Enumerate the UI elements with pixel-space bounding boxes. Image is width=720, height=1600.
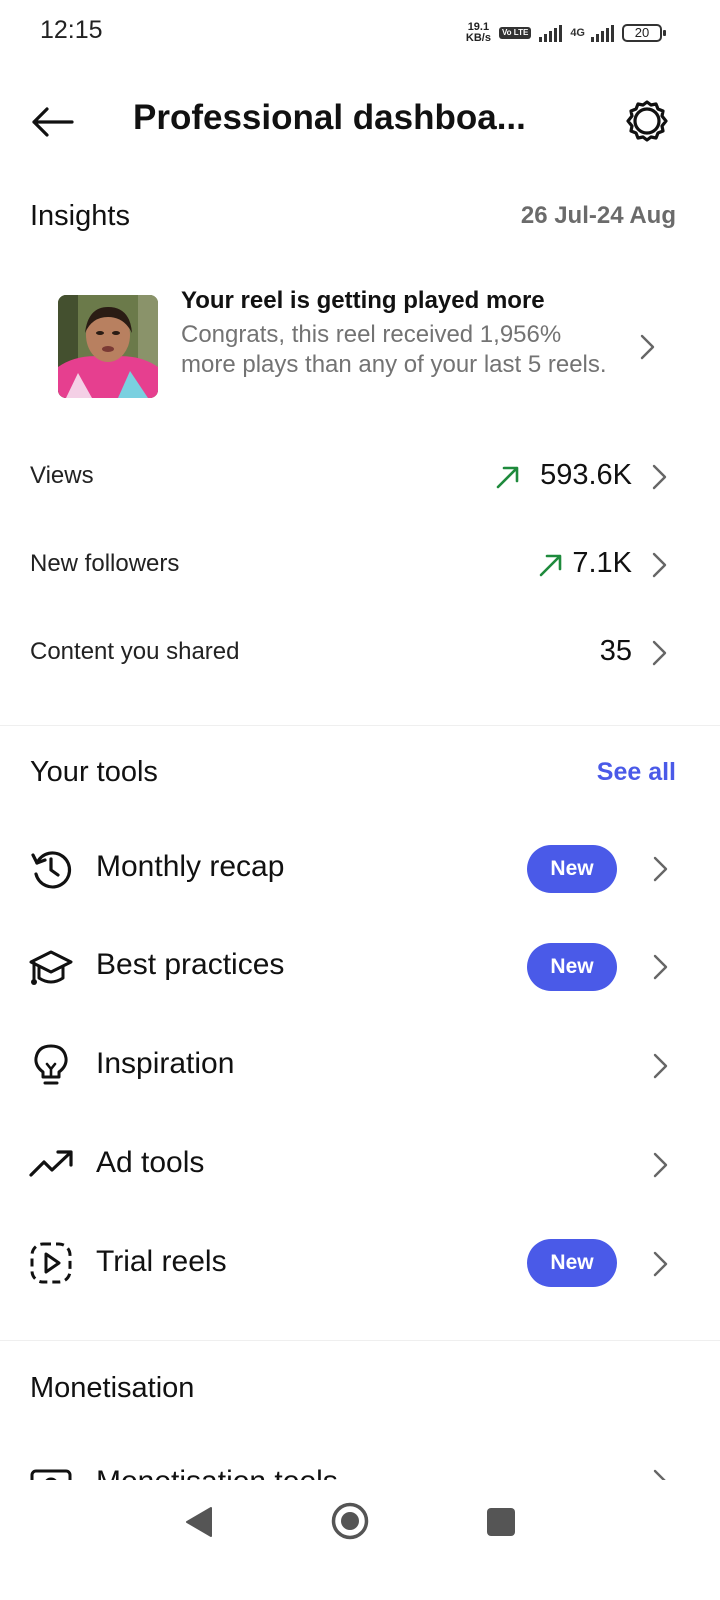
tool-label: Inspiration — [96, 1047, 235, 1080]
section-divider — [0, 725, 720, 726]
reel-thumbnail — [58, 295, 158, 398]
circle-home-icon — [331, 1502, 369, 1540]
nav-recents-button[interactable] — [487, 1508, 515, 1536]
tool-label: Ad tools — [96, 1146, 205, 1179]
chevron-right-icon — [650, 1149, 672, 1181]
history-clock-icon — [28, 846, 74, 892]
metric-value: 593.6K — [540, 459, 632, 491]
signal-icon-2 — [591, 24, 614, 42]
page-title: Professional dashboa... — [133, 98, 526, 137]
metric-label: Content you shared — [30, 638, 240, 665]
chevron-right-icon — [637, 331, 659, 363]
status-indicators: 19.1 KB/s Vo LTE 4G 20 — [466, 18, 666, 48]
nav-back-button[interactable] — [184, 1505, 214, 1544]
trending-up-icon — [28, 1141, 74, 1187]
back-button[interactable] — [26, 96, 78, 148]
network-speed-unit: KB/s — [465, 32, 491, 44]
gear-icon — [626, 100, 668, 142]
metric-label: Views — [30, 462, 94, 489]
tools-title: Your tools — [30, 756, 158, 788]
signal-icon — [539, 24, 563, 42]
new-badge: New — [527, 1239, 617, 1287]
metric-value: 35 — [599, 635, 632, 667]
reel-play-icon — [28, 1240, 74, 1286]
battery-icon: 20 — [622, 24, 666, 42]
status-time: 12:15 — [40, 16, 103, 44]
section-divider — [0, 1340, 720, 1341]
network-type: 4G — [570, 27, 585, 39]
insights-title: Insights — [30, 200, 130, 232]
chevron-right-icon — [650, 1248, 672, 1280]
monetisation-title: Monetisation — [30, 1372, 195, 1404]
lightbulb-icon — [28, 1042, 74, 1088]
tool-label: Monthly recap — [96, 850, 285, 883]
metric-label: New followers — [30, 550, 180, 577]
new-badge: New — [527, 845, 617, 893]
chevron-right-icon — [650, 951, 672, 983]
new-badge: New — [527, 943, 617, 991]
network-speed: 19.1 KB/s — [466, 22, 491, 44]
chevron-right-icon — [650, 853, 672, 885]
chevron-right-icon — [649, 461, 671, 493]
reel-insight-description: Congrats, this reel received 1,956% more… — [181, 321, 607, 378]
tool-label: Best practices — [96, 948, 285, 981]
graduation-cap-icon — [28, 944, 74, 990]
arrow-left-icon — [32, 107, 74, 137]
trend-up-icon — [495, 464, 521, 490]
date-range[interactable]: 26 Jul-24 Aug — [521, 202, 676, 230]
settings-button[interactable] — [620, 94, 674, 148]
chevron-right-icon — [650, 1050, 672, 1082]
chevron-right-icon — [649, 549, 671, 581]
metric-value: 7.1K — [572, 547, 632, 579]
volte-icon: Vo LTE — [498, 27, 532, 39]
tool-label: Trial reels — [96, 1245, 227, 1278]
reel-insight-title: Your reel is getting played more — [181, 287, 545, 314]
nav-home-button[interactable] — [330, 1501, 370, 1546]
triangle-back-icon — [186, 1507, 212, 1537]
chevron-right-icon — [649, 637, 671, 669]
trend-up-icon — [538, 552, 564, 578]
see-all-link[interactable]: See all — [597, 758, 676, 787]
